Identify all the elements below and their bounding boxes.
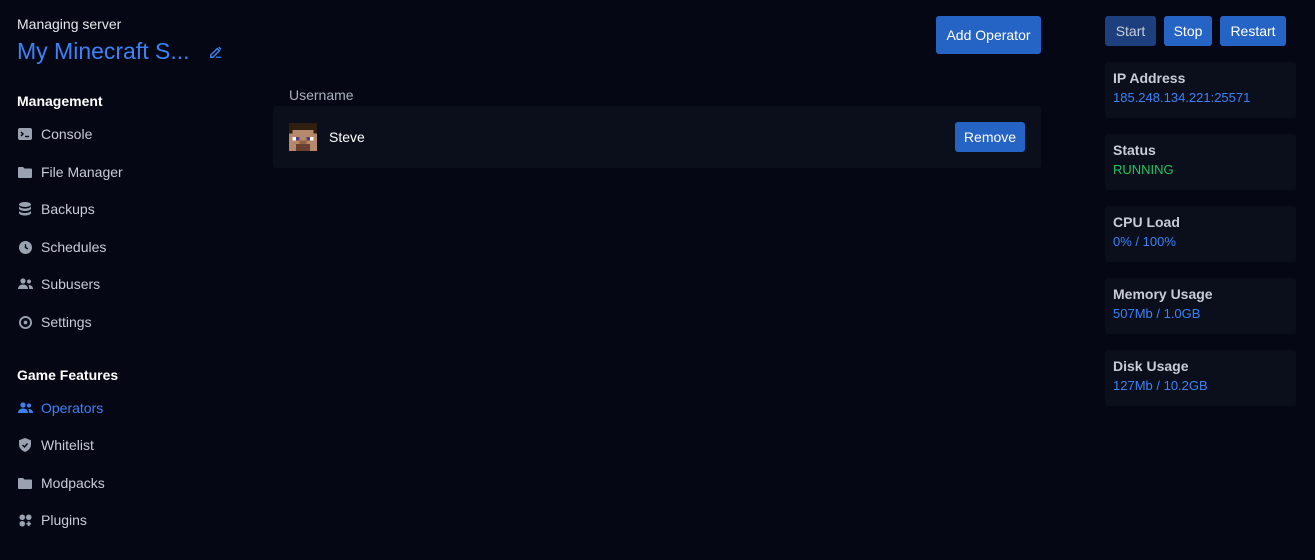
operator-username: Steve — [329, 129, 365, 145]
restart-button[interactable]: Restart — [1220, 16, 1286, 46]
sidebar-item-plugins[interactable]: Plugins — [17, 508, 87, 532]
managing-server-label: Managing server — [17, 16, 122, 32]
sidebar-item-operators[interactable]: Operators — [17, 396, 103, 420]
folder-icon — [17, 475, 33, 491]
server-title-row: My Minecraft S... — [17, 38, 224, 65]
sidebar-item-modpacks[interactable]: Modpacks — [17, 471, 105, 495]
sidebar-item-label: Settings — [41, 314, 92, 330]
username-column-header: Username — [289, 87, 354, 103]
remove-operator-button[interactable]: Remove — [955, 122, 1025, 152]
sidebar-item-label: Schedules — [41, 239, 107, 255]
status-card: Status RUNNING — [1105, 134, 1296, 190]
sidebar-item-label: Modpacks — [41, 475, 105, 491]
stop-button[interactable]: Stop — [1164, 16, 1212, 46]
table-row: Steve Remove — [273, 106, 1041, 168]
folder-icon — [17, 164, 33, 180]
sidebar-item-subusers[interactable]: Subusers — [17, 272, 100, 296]
cpu-load-value: 0% / 100% — [1113, 234, 1176, 249]
start-button[interactable]: Start — [1105, 16, 1156, 46]
ip-address-card: IP Address 185.248.134.221:25571 — [1105, 62, 1296, 118]
sidebar-item-label: Subusers — [41, 276, 101, 292]
server-name: My Minecraft S... — [17, 38, 190, 64]
memory-usage-card: Memory Usage 507Mb / 1.0GB — [1105, 278, 1296, 334]
add-operator-button[interactable]: Add Operator — [936, 16, 1041, 54]
disk-usage-card: Disk Usage 127Mb / 10.2GB — [1105, 350, 1296, 406]
gear-icon — [17, 314, 33, 330]
status-value: RUNNING — [1113, 162, 1174, 177]
users-icon — [17, 400, 33, 416]
management-section-title: Management — [17, 93, 103, 109]
shield-icon — [17, 437, 33, 453]
sidebar-item-schedules[interactable]: Schedules — [17, 235, 106, 259]
sidebar-item-settings[interactable]: Settings — [17, 310, 92, 334]
sidebar-item-label: Whitelist — [41, 437, 94, 453]
sidebar-item-backups[interactable]: Backups — [17, 197, 95, 221]
edit-icon[interactable] — [208, 44, 224, 60]
sidebar-item-label: Console — [41, 126, 93, 142]
stat-label: CPU Load — [1113, 214, 1180, 230]
stat-label: Memory Usage — [1113, 286, 1213, 302]
sidebar-item-console[interactable]: Console — [17, 122, 92, 146]
stat-label: Disk Usage — [1113, 358, 1189, 374]
cpu-load-card: CPU Load 0% / 100% — [1105, 206, 1296, 262]
users-icon — [17, 276, 33, 292]
puzzle-icon — [17, 512, 33, 528]
sidebar-item-whitelist[interactable]: Whitelist — [17, 433, 94, 457]
stat-label: IP Address — [1113, 70, 1186, 86]
sidebar-item-label: Backups — [41, 201, 95, 217]
avatar — [289, 123, 317, 151]
clock-icon — [17, 239, 33, 255]
sidebar-item-label: File Manager — [41, 164, 123, 180]
stat-label: Status — [1113, 142, 1156, 158]
disk-usage-value: 127Mb / 10.2GB — [1113, 378, 1208, 393]
sidebar-item-file-manager[interactable]: File Manager — [17, 160, 123, 184]
terminal-icon — [17, 126, 33, 142]
ip-address-value: 185.248.134.221:25571 — [1113, 90, 1251, 105]
sidebar-item-label: Operators — [41, 400, 104, 416]
game-features-section-title: Game Features — [17, 367, 119, 383]
memory-usage-value: 507Mb / 1.0GB — [1113, 306, 1201, 321]
sidebar-item-label: Plugins — [41, 512, 87, 528]
database-icon — [17, 201, 33, 217]
